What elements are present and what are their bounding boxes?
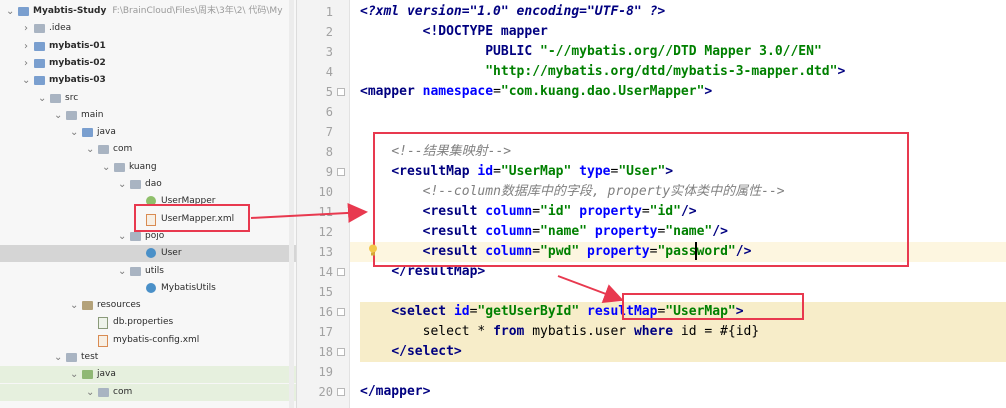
arrow-to-resultmap-attr — [557, 275, 624, 304]
annotation-arrows — [250, 202, 624, 304]
arrow-to-resultmap — [250, 202, 368, 223]
